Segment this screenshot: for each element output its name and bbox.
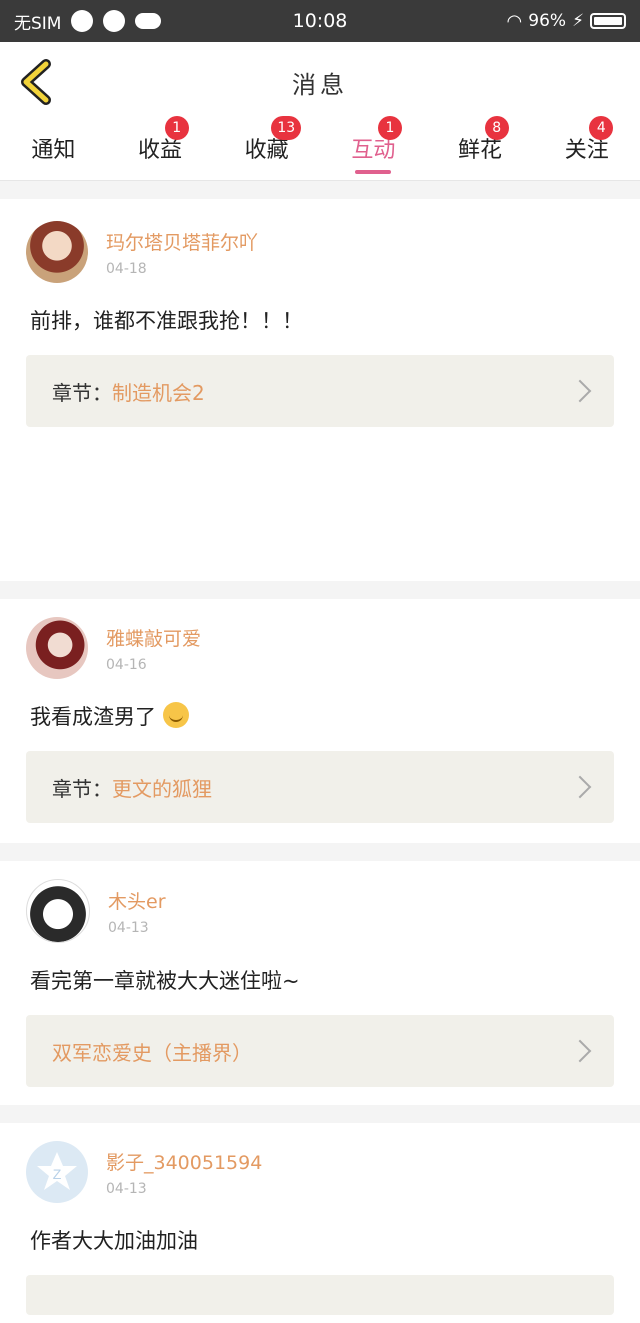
chapter-link[interactable]: 章节： 更文的狐狸: [26, 751, 614, 823]
tab-badge: 1: [164, 116, 189, 140]
book-title: 双军恋爱史（主播界）: [52, 1040, 252, 1065]
message-date: 04-16: [106, 656, 147, 673]
message-card: 木头er 04-13 看完第一章就被大大迷住啦~ 双军恋爱史（主播界）: [0, 861, 640, 1105]
message-date: 04-13: [106, 1180, 147, 1197]
page-title: 消息: [292, 70, 348, 99]
chapter-title: 制造机会2: [112, 380, 205, 405]
tab-notifications[interactable]: 通知: [0, 122, 107, 180]
chevron-right-icon: [568, 379, 592, 403]
avatar[interactable]: [26, 879, 90, 943]
partial-link[interactable]: [26, 1275, 614, 1315]
tab-bar: 通知 收益 1 收藏 13 互动 1 鲜花 8 关注 4: [0, 116, 640, 181]
charging-icon: ⚡: [572, 11, 584, 31]
svg-text:Z: Z: [53, 1166, 62, 1182]
message-header: 雅蝶敲可爱 04-16: [26, 617, 614, 679]
book-link[interactable]: 双军恋爱史（主播界）: [26, 1015, 614, 1087]
cloud-icon: [135, 13, 162, 29]
username[interactable]: 玛尔塔贝塔菲尔吖: [106, 228, 258, 255]
status-bar: 无SIM 10:08 ◠ 96% ⚡: [0, 0, 640, 42]
chapter-link[interactable]: 章节： 制造机会2: [26, 355, 614, 427]
message-content: 我看成渣男了: [30, 705, 156, 729]
tab-badge: 8: [484, 116, 509, 140]
tab-label: 收益: [138, 138, 183, 163]
message-card: 玛尔塔贝塔菲尔吖 04-18 前排，谁都不准跟我抢！！！ 章节： 制造机会2: [0, 199, 640, 581]
tab-label: 关注: [564, 138, 609, 163]
message-content: 看完第一章就被大大迷住啦~: [30, 969, 300, 993]
palette-icon: [103, 10, 126, 32]
tab-badge: 1: [378, 116, 403, 140]
battery-percent: 96%: [528, 11, 567, 31]
username[interactable]: 影子_340051594: [106, 1148, 262, 1175]
tab-label: 收藏: [244, 138, 289, 163]
message-card: 雅蝶敲可爱 04-16 我看成渣男了 章节： 更文的狐狸: [0, 599, 640, 843]
message-header: 木头er 04-13: [26, 879, 614, 943]
avatar[interactable]: Z: [26, 1141, 88, 1203]
tab-flowers[interactable]: 鲜花 8: [427, 116, 534, 180]
title-bar: 消息: [0, 42, 640, 122]
message-content-wrap: 我看成渣男了: [30, 701, 614, 731]
chevron-right-icon: [568, 775, 592, 799]
chapter-label: 章节：: [52, 776, 112, 801]
chevron-right-icon: [568, 1039, 592, 1063]
smile-emoji-icon: [162, 702, 189, 728]
tab-earnings[interactable]: 收益 1: [107, 116, 214, 180]
avatar[interactable]: [26, 617, 88, 679]
message-header: 玛尔塔贝塔菲尔吖 04-18: [26, 221, 614, 283]
message-content: 作者大大加油加油: [30, 1229, 198, 1253]
battery-icon: [590, 13, 626, 29]
app-icon: [71, 10, 94, 32]
wifi-icon: ◠: [506, 10, 523, 32]
message-date: 04-18: [106, 260, 147, 277]
tab-label: 互动: [351, 138, 396, 163]
tab-label: 通知: [31, 138, 76, 163]
username[interactable]: 雅蝶敲可爱: [106, 624, 201, 651]
active-tab-indicator: [355, 170, 392, 174]
avatar[interactable]: [26, 221, 88, 283]
message-content: 前排，谁都不准跟我抢！！！: [30, 309, 303, 333]
default-avatar-star-icon: Z: [37, 1152, 77, 1190]
carrier-text: 无SIM: [14, 13, 62, 34]
tab-label: 鲜花: [458, 138, 503, 163]
message-header: Z 影子_340051594 04-13: [26, 1141, 614, 1203]
back-chevron-icon[interactable]: [16, 58, 56, 106]
message-date: 04-13: [108, 919, 149, 936]
tab-interactions[interactable]: 互动 1: [320, 116, 427, 180]
tab-badge: 4: [589, 116, 614, 140]
message-card: Z 影子_340051594 04-13 作者大大加油加油: [0, 1123, 640, 1323]
chapter-label: 章节：: [52, 380, 112, 405]
tab-favorites[interactable]: 收藏 13: [213, 116, 320, 180]
chapter-title: 更文的狐狸: [112, 776, 212, 801]
tab-badge: 13: [271, 116, 302, 140]
tab-follows[interactable]: 关注 4: [533, 116, 640, 180]
username[interactable]: 木头er: [108, 887, 166, 914]
